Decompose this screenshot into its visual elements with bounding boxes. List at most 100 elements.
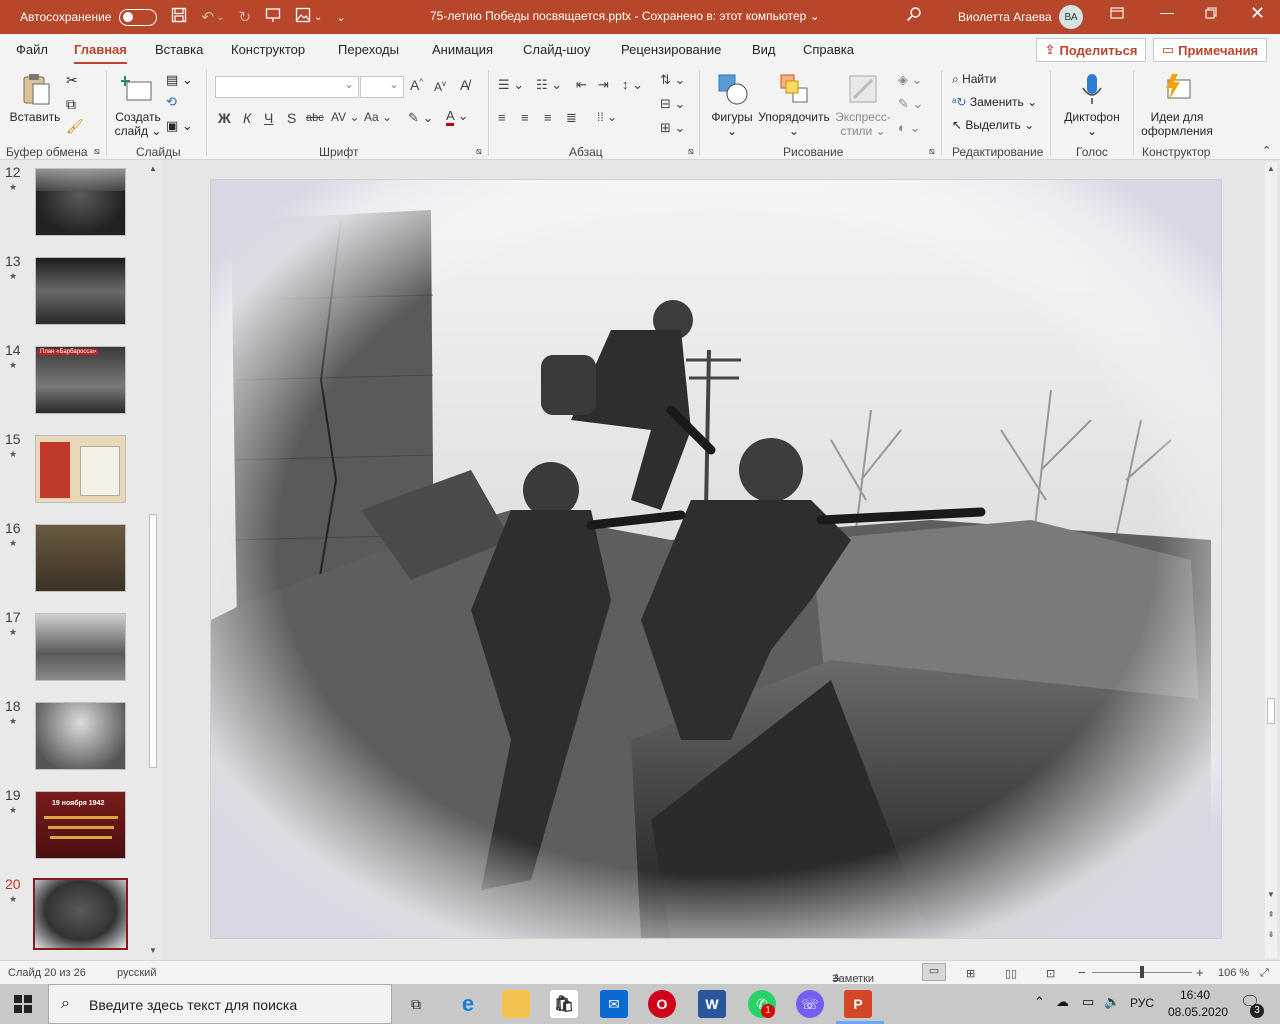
smartart-icon[interactable]: ⊞ ⌄	[660, 120, 685, 136]
cut-icon[interactable]: ✂	[66, 72, 78, 89]
align-text-icon[interactable]: ⊟ ⌄	[660, 96, 685, 112]
arrange-button[interactable]: Упорядочить ⌄	[758, 72, 830, 138]
format-painter-icon[interactable]: 🖌	[66, 118, 84, 135]
slide-photo[interactable]	[211, 180, 1222, 939]
task-view-icon[interactable]: ⧉	[402, 990, 430, 1018]
paragraph-launcher-icon[interactable]: ⧅	[688, 146, 694, 157]
character-spacing-icon[interactable]: AV ⌄	[331, 110, 360, 124]
align-left-icon[interactable]: ≡	[498, 110, 506, 125]
layout-icon[interactable]: ▤ ⌄	[166, 72, 193, 88]
slide-thumbnail[interactable]: 19 ★ 19 ноября 1942	[0, 783, 146, 863]
select-button[interactable]: ↖ Выделить ⌄	[952, 118, 1034, 132]
paste-button[interactable]: Вставить	[8, 72, 62, 124]
taskbar-search-input[interactable]: ⌕ Введите здесь текст для поиска	[48, 984, 392, 1024]
ribbon-display-options-icon[interactable]	[1110, 6, 1124, 23]
bullets-icon[interactable]: ☰ ⌄	[498, 77, 524, 93]
dictate-button[interactable]: Диктофон ⌄	[1058, 72, 1126, 138]
slide-thumbnails-pane[interactable]: 12 ★ 13 ★ 14 ★ План «Барбаросса» 15 ★ 16…	[0, 160, 162, 960]
font-size-combo[interactable]	[360, 76, 404, 98]
comments-button[interactable]: ▭ Примечания	[1153, 38, 1267, 62]
zoom-in-icon[interactable]: +	[1196, 965, 1204, 980]
scroll-thumb[interactable]	[1267, 698, 1275, 724]
customize-qat-icon[interactable]: ⌄	[336, 11, 345, 24]
slide-canvas[interactable]	[210, 179, 1222, 939]
slide-thumbnail[interactable]: 14 ★ План «Барбаросса»	[0, 338, 146, 418]
slide-sorter-icon[interactable]: ⊞	[966, 967, 975, 980]
cloud-icon[interactable]: ☁	[1056, 994, 1069, 1010]
fit-slide-icon[interactable]: ⤢	[1260, 967, 1269, 980]
slide-thumbnail[interactable]: 16 ★	[0, 516, 146, 596]
slide-thumbnail[interactable]: 13 ★	[0, 249, 146, 329]
slide-thumbnail[interactable]: 15 ★	[0, 427, 146, 507]
mail-icon[interactable]: ✉	[600, 990, 628, 1018]
start-from-beginning-icon[interactable]	[265, 7, 281, 27]
tab-animations[interactable]: Анимация	[432, 42, 493, 57]
shape-outline-icon[interactable]: ✎ ⌄	[898, 96, 923, 112]
powerpoint-icon[interactable]: P	[844, 990, 872, 1018]
picture-dropdown-icon[interactable]: ⌄	[314, 12, 322, 23]
clear-formatting-icon[interactable]: A̸	[460, 77, 469, 93]
design-ideas-button[interactable]: Идеи для оформления	[1138, 72, 1216, 138]
save-icon[interactable]	[171, 7, 187, 27]
next-slide-icon[interactable]: ⇟	[1265, 930, 1277, 942]
undo-dropdown-icon[interactable]: ⌄	[216, 12, 224, 23]
tab-review[interactable]: Рецензирование	[621, 42, 721, 57]
bold-button[interactable]: Ж	[218, 110, 231, 126]
decrease-font-icon[interactable]: Av	[434, 79, 446, 94]
font-launcher-icon[interactable]: ⧅	[476, 146, 482, 157]
volume-icon[interactable]: 🔈	[1104, 994, 1120, 1010]
scroll-up-icon[interactable]: ▲	[1265, 164, 1277, 176]
slide-thumbnail[interactable]: 18 ★	[0, 694, 146, 774]
highlight-icon[interactable]: ✎ ⌄	[408, 110, 433, 126]
store-icon[interactable]: 🛍	[550, 990, 578, 1018]
avatar[interactable]: ВА	[1059, 5, 1083, 29]
autosave-toggle[interactable]	[119, 8, 158, 26]
redo-icon[interactable]: ↻	[238, 8, 251, 26]
shape-effects-icon[interactable]: ◐ ⌄	[898, 120, 920, 136]
language-indicator[interactable]: русский	[117, 967, 156, 979]
copy-icon[interactable]: ⧉	[66, 96, 76, 113]
scroll-down-icon[interactable]: ▼	[147, 946, 159, 958]
align-right-icon[interactable]: ≡	[544, 110, 552, 125]
reading-view-icon[interactable]: ▯▯	[1005, 967, 1017, 980]
viber-icon[interactable]: ☏	[796, 990, 824, 1018]
previous-slide-icon[interactable]: ⇞	[1265, 910, 1277, 922]
clipboard-launcher-icon[interactable]: ⧅	[94, 146, 100, 157]
search-icon[interactable]	[906, 6, 922, 27]
restore-icon[interactable]	[1205, 6, 1217, 22]
font-name-combo[interactable]	[215, 76, 359, 98]
text-direction-icon[interactable]: ⇅ ⌄	[660, 72, 685, 88]
slide-thumbnail[interactable]: 17 ★	[0, 605, 146, 685]
zoom-slider-thumb[interactable]	[1140, 966, 1144, 978]
find-button[interactable]: ⌕ Найти	[952, 72, 996, 87]
tab-insert[interactable]: Вставка	[155, 42, 203, 57]
clock-date[interactable]: 08.05.2020	[1168, 1005, 1228, 1019]
drawing-launcher-icon[interactable]: ⧅	[929, 146, 935, 157]
file-explorer-icon[interactable]	[502, 990, 530, 1018]
shapes-button[interactable]: Фигуры ⌄	[706, 72, 758, 138]
increase-font-icon[interactable]: A^	[410, 77, 423, 93]
thumbnails-scrollbar[interactable]: ▲ ▼	[147, 162, 159, 958]
normal-view-icon[interactable]: ▭	[922, 963, 946, 981]
clock-time[interactable]: 16:40	[1180, 988, 1210, 1002]
decrease-indent-icon[interactable]: ⇤	[576, 77, 587, 93]
windows-start-icon[interactable]	[14, 995, 32, 1016]
new-slide-button[interactable]: Создать слайд ⌄	[114, 72, 162, 138]
underline-button[interactable]: Ч	[264, 110, 273, 126]
zoom-level[interactable]: 106 %	[1218, 967, 1249, 979]
strikethrough-button[interactable]: abc	[306, 112, 324, 124]
scroll-down-icon[interactable]: ▼	[1265, 890, 1277, 902]
tab-design[interactable]: Конструктор	[231, 42, 305, 57]
edge-icon[interactable]: e	[454, 990, 482, 1018]
slide-thumbnail-selected[interactable]: 20 ★	[0, 872, 146, 952]
numbering-icon[interactable]: ☷ ⌄	[536, 77, 562, 93]
language-indicator[interactable]: РУС	[1130, 996, 1154, 1010]
network-icon[interactable]: ▭	[1082, 994, 1094, 1010]
word-icon[interactable]: W	[698, 990, 726, 1018]
opera-icon[interactable]: O	[648, 990, 676, 1018]
show-hidden-icons[interactable]: ⌃	[1034, 994, 1045, 1010]
scroll-thumb[interactable]	[149, 514, 157, 768]
zoom-out-icon[interactable]: −	[1078, 965, 1086, 980]
minimize-icon[interactable]: —	[1160, 4, 1174, 20]
editor-scrollbar[interactable]: ▲ ▼ ⇞ ⇟	[1265, 162, 1277, 958]
